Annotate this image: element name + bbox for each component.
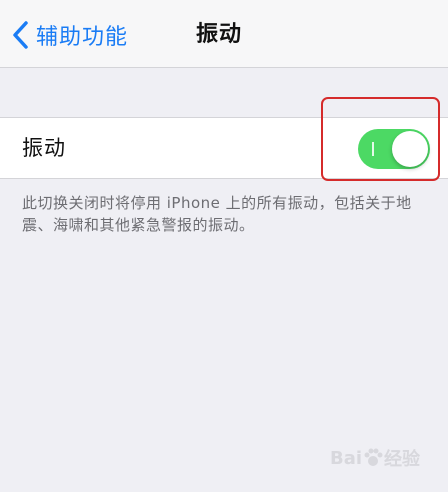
watermark-text-bai: Bai [330, 447, 363, 469]
watermark-text-jingyan: 经验 [384, 449, 421, 470]
back-button[interactable]: 辅助功能 [10, 18, 128, 52]
chevron-left-icon [10, 20, 32, 50]
page-title: 振动 [196, 22, 243, 47]
vibration-row-label: 振动 [22, 136, 66, 160]
annotation-highlight-box [321, 97, 440, 181]
baidu-jingyan-watermark: Bai 经验 [330, 438, 420, 478]
back-button-label: 辅助功能 [36, 25, 129, 50]
navigation-bar: 辅助功能 振动 [0, 0, 448, 68]
paw-icon [362, 447, 384, 469]
vibration-footer-note: 此切换关闭时将停用 iPhone 上的所有振动，包括关于地震、海啸和其他紧急警报… [22, 194, 412, 234]
